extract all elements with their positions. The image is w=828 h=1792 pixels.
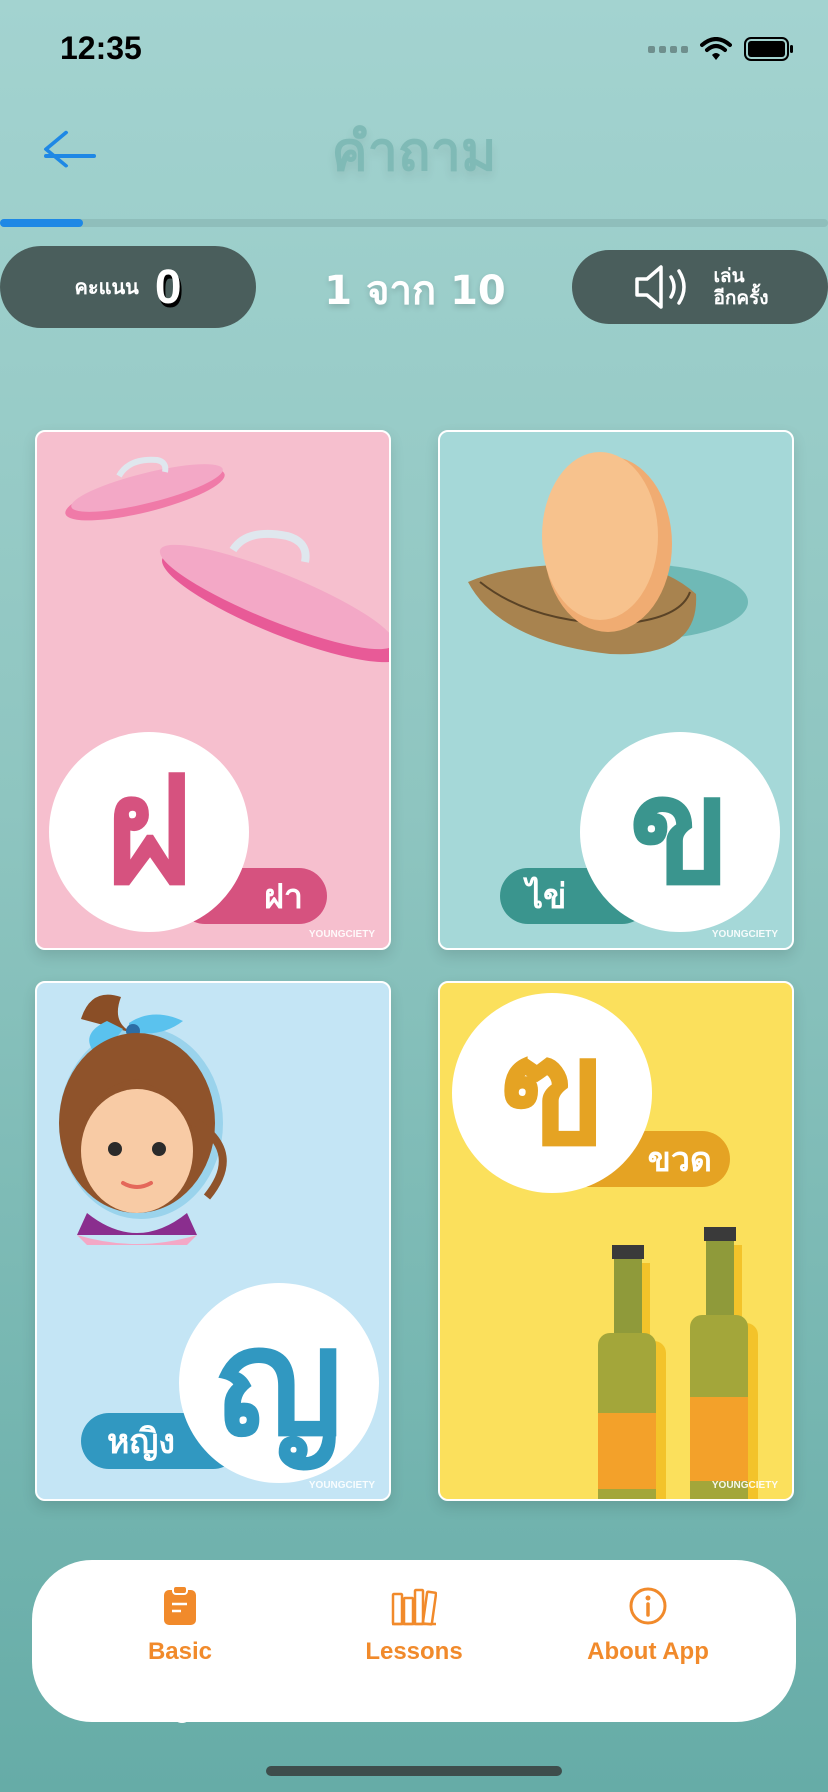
speaker-icon [635,265,687,309]
wifi-icon [700,37,732,60]
tab-basic-label: Basic [147,1638,213,1665]
answer-card-2[interactable]: ไข่ ข YOUNGCIETY [438,430,794,950]
tab-basic[interactable]: Basic [80,1585,280,1666]
letter-glyph: ฝ [105,745,193,919]
word-label: หญิง [107,1422,175,1462]
status-bar: 12:35 [0,0,828,100]
score-label: คะแนน [74,275,139,299]
progress-fill [0,219,83,227]
tab-lessons[interactable]: Lessons [314,1586,514,1666]
brand-logo: YOUNGCIETY [711,929,778,940]
brand-logo: YOUNGCIETY [308,1480,375,1491]
answer-card-3[interactable]: หญิง ญ YOUNGCIETY [35,981,391,1501]
word-label: ไข่ [526,877,567,917]
tab-about-app[interactable]: About App [548,1586,748,1666]
page-title: คำถาม [331,120,497,183]
tab-about-app-label: About App [587,1638,709,1665]
replay-line1: เล่น [713,265,745,287]
replay-line2: อีกครั้ง [713,287,769,309]
books-icon [391,1588,438,1626]
battery-icon [744,37,793,61]
letter-circle: ฃ [452,993,652,1193]
letter-glyph: ญ [215,1296,343,1470]
home-indicator [266,1766,562,1776]
letter-circle: ฝ [49,732,249,932]
status-icons [648,34,794,64]
letter-circle: ข [580,732,780,932]
score-value: 0 [154,260,182,314]
letter-glyph: ข [628,745,732,919]
replay-button[interactable]: เล่น อีกครั้ง [572,250,828,324]
active-tab-dot [172,1703,192,1723]
active-tab-indicator [140,1672,230,1722]
question-counter: 1 จาก 10 [324,268,506,314]
letter-glyph: ฃ [498,1006,606,1180]
clipboard-icon [164,1585,196,1625]
answer-card-1[interactable]: ฝา ฝ YOUNGCIETY [35,430,391,950]
word-label: ขวด [647,1140,712,1180]
brand-logo: YOUNGCIETY [711,1480,778,1491]
score-pill: คะแนน 0 [0,246,256,328]
replay-label: เล่น อีกครั้ง [713,265,768,309]
brand-logo: YOUNGCIETY [308,929,375,940]
answer-card-4[interactable]: ขวด ฃ YOUNGCIETY [438,981,794,1501]
signal-dots-icon [648,45,688,53]
word-label: ฝา [263,877,303,917]
tab-lessons-label: Lessons [365,1638,463,1665]
info-icon [629,1587,667,1625]
progress-bar [0,219,828,227]
header: คำถาม [0,100,828,210]
status-time: 12:35 [60,30,142,66]
letter-circle: ญ [179,1283,379,1483]
